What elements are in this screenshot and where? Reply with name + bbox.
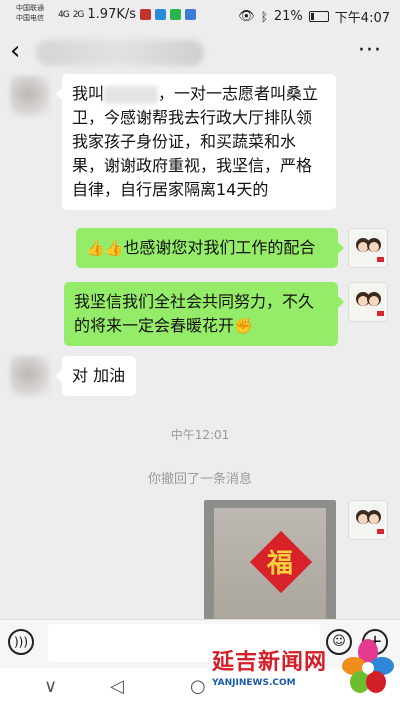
- avatar[interactable]: [10, 356, 50, 396]
- message-text: 也感谢您对我们工作的配合: [123, 238, 316, 257]
- voice-icon[interactable]: ))): [8, 629, 34, 655]
- fist-icon: ✊: [234, 317, 253, 335]
- message-bubble-outgoing[interactable]: 👍👍也感谢您对我们工作的配合: [76, 228, 344, 268]
- message-text: 对 加油: [72, 366, 126, 385]
- carrier-labels: 中国联通 中国电信: [16, 3, 44, 23]
- chevron-down-icon[interactable]: ∨: [44, 676, 57, 697]
- avatar[interactable]: [348, 282, 388, 322]
- battery-fill: [310, 13, 314, 20]
- app-notification-icon: [185, 9, 197, 20]
- watermark-title: 延吉新闻网: [212, 650, 328, 675]
- image-message[interactable]: 福: [204, 500, 336, 620]
- network-type: 4G: [58, 9, 70, 20]
- avatar[interactable]: [10, 76, 50, 116]
- watermark: 延吉新闻网 YANJINEWS.COM: [206, 634, 396, 708]
- carrier-1: 中国联通: [16, 4, 44, 12]
- network-speed: 1.97K/s: [87, 7, 137, 22]
- timestamp: 中午12:01: [170, 428, 230, 442]
- message-text: 我叫: [72, 84, 105, 103]
- chat-header: ‹ ···: [0, 30, 400, 74]
- battery-percent: 21%: [273, 9, 303, 24]
- clock: 下午4:07: [334, 11, 390, 26]
- network-type-2: 2G: [72, 9, 85, 20]
- system-notice: 你撤回了一条消息: [147, 472, 252, 487]
- status-right: 👁 ᛒ 21% 下午4:07: [238, 7, 390, 26]
- more-dots-icon[interactable]: ···: [358, 38, 382, 63]
- message-bubble-outgoing[interactable]: 我坚信我们全社会共同努力，不久的将来一定会春暖花开✊: [64, 282, 344, 346]
- chat-area[interactable]: 我叫 ，一对一志愿者叫桑立卫，今感谢帮我去行政大厅排队领我家孩子身份证，和买蔬菜和…: [0, 74, 400, 620]
- app-notification-icon: [155, 9, 167, 20]
- back-icon[interactable]: ◁: [110, 676, 124, 697]
- chat-title-redacted: [36, 40, 204, 66]
- avatar[interactable]: [348, 500, 388, 540]
- thumbs-up-icon: 👍👍: [86, 239, 124, 257]
- carrier-2: 中国电信: [16, 14, 44, 22]
- status-left: 4G 2G 1.97K/s: [58, 7, 197, 22]
- eye-icon: 👁: [238, 9, 255, 24]
- avatar-cartoon-icon: [356, 238, 384, 262]
- battery-icon: [308, 11, 329, 22]
- app-notification-icon: [170, 9, 182, 20]
- flower-logo-icon: [342, 639, 394, 693]
- chevron-left-icon[interactable]: ‹: [10, 36, 20, 66]
- app-notification-icon: [140, 9, 152, 20]
- avatar-cartoon-icon: [356, 292, 384, 316]
- status-bar: 中国联通 中国电信 4G 2G 1.97K/s 👁 ᛒ 21% 下午4:07: [0, 0, 400, 30]
- home-icon[interactable]: ○: [190, 676, 206, 697]
- redacted-name: [104, 85, 159, 104]
- message-bubble-incoming[interactable]: 对 加油: [56, 356, 136, 396]
- watermark-url: YANJINEWS.COM: [212, 678, 296, 688]
- message-text: 我坚信我们全社会共同努力，不久的将来一定会春暖花开: [74, 292, 315, 335]
- avatar[interactable]: [348, 228, 388, 268]
- avatar-cartoon-icon: [356, 510, 384, 534]
- message-bubble-incoming[interactable]: 我叫 ，一对一志愿者叫桑立卫，今感谢帮我去行政大厅排队领我家孩子身份证，和买蔬菜和…: [56, 74, 336, 210]
- fu-character: 福: [266, 549, 293, 580]
- bluetooth-icon: ᛒ: [260, 9, 268, 24]
